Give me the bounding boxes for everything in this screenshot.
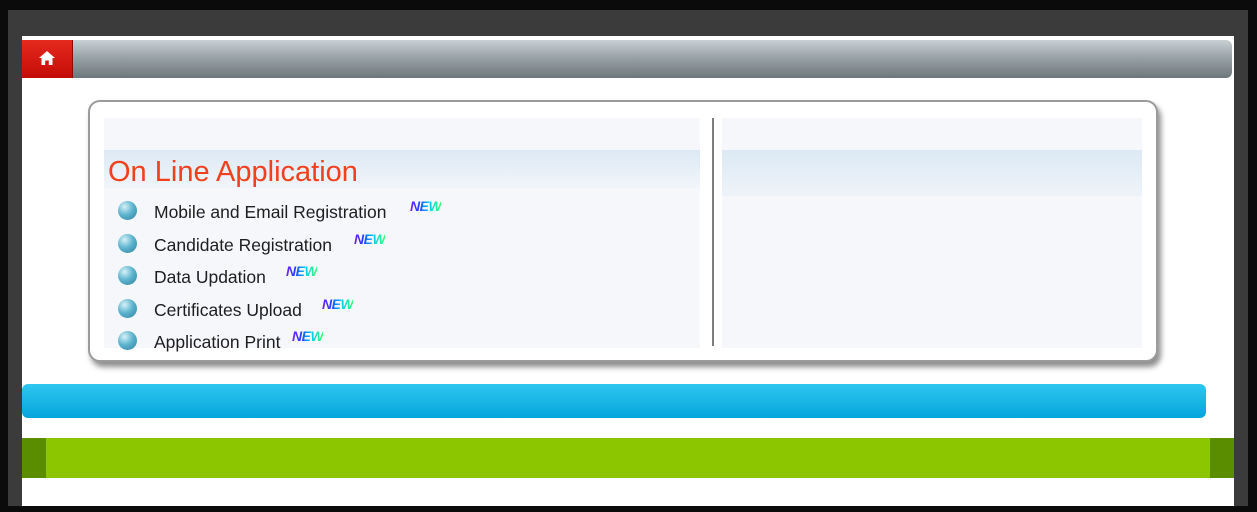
green-bar-left-edge — [22, 438, 46, 478]
application-print-link[interactable]: Application Print — [154, 332, 280, 353]
column-divider — [712, 118, 714, 346]
section-title: On Line Application — [108, 156, 358, 188]
online-application-panel: On Line Application Mobile and Email Reg… — [88, 100, 1158, 362]
green-footer-bar — [22, 438, 1234, 478]
globe-bullet-icon — [118, 298, 137, 318]
new-badge: NEW — [322, 295, 354, 312]
globe-bullet-icon — [118, 233, 137, 253]
new-badge: NEW — [286, 263, 318, 280]
window-frame: On Line Application Mobile and Email Reg… — [8, 10, 1248, 506]
top-nav-bar — [22, 40, 1232, 78]
blue-bar — [22, 384, 1206, 418]
mobile-email-registration-link[interactable]: Mobile and Email Registration — [154, 202, 386, 223]
data-updation-link[interactable]: Data Updation — [154, 267, 266, 288]
globe-bullet-icon — [118, 201, 137, 220]
home-button[interactable] — [22, 40, 73, 78]
home-icon — [39, 51, 55, 65]
right-column — [722, 118, 1142, 348]
right-header-band — [722, 150, 1142, 196]
green-bar-right-edge — [1210, 438, 1234, 478]
page: On Line Application Mobile and Email Reg… — [22, 36, 1234, 506]
new-badge: NEW — [410, 198, 442, 214]
candidate-registration-link[interactable]: Candidate Registration — [154, 235, 332, 256]
certificates-upload-link[interactable]: Certificates Upload — [154, 300, 302, 321]
new-badge: NEW — [292, 328, 324, 345]
new-badge: NEW — [354, 230, 386, 247]
